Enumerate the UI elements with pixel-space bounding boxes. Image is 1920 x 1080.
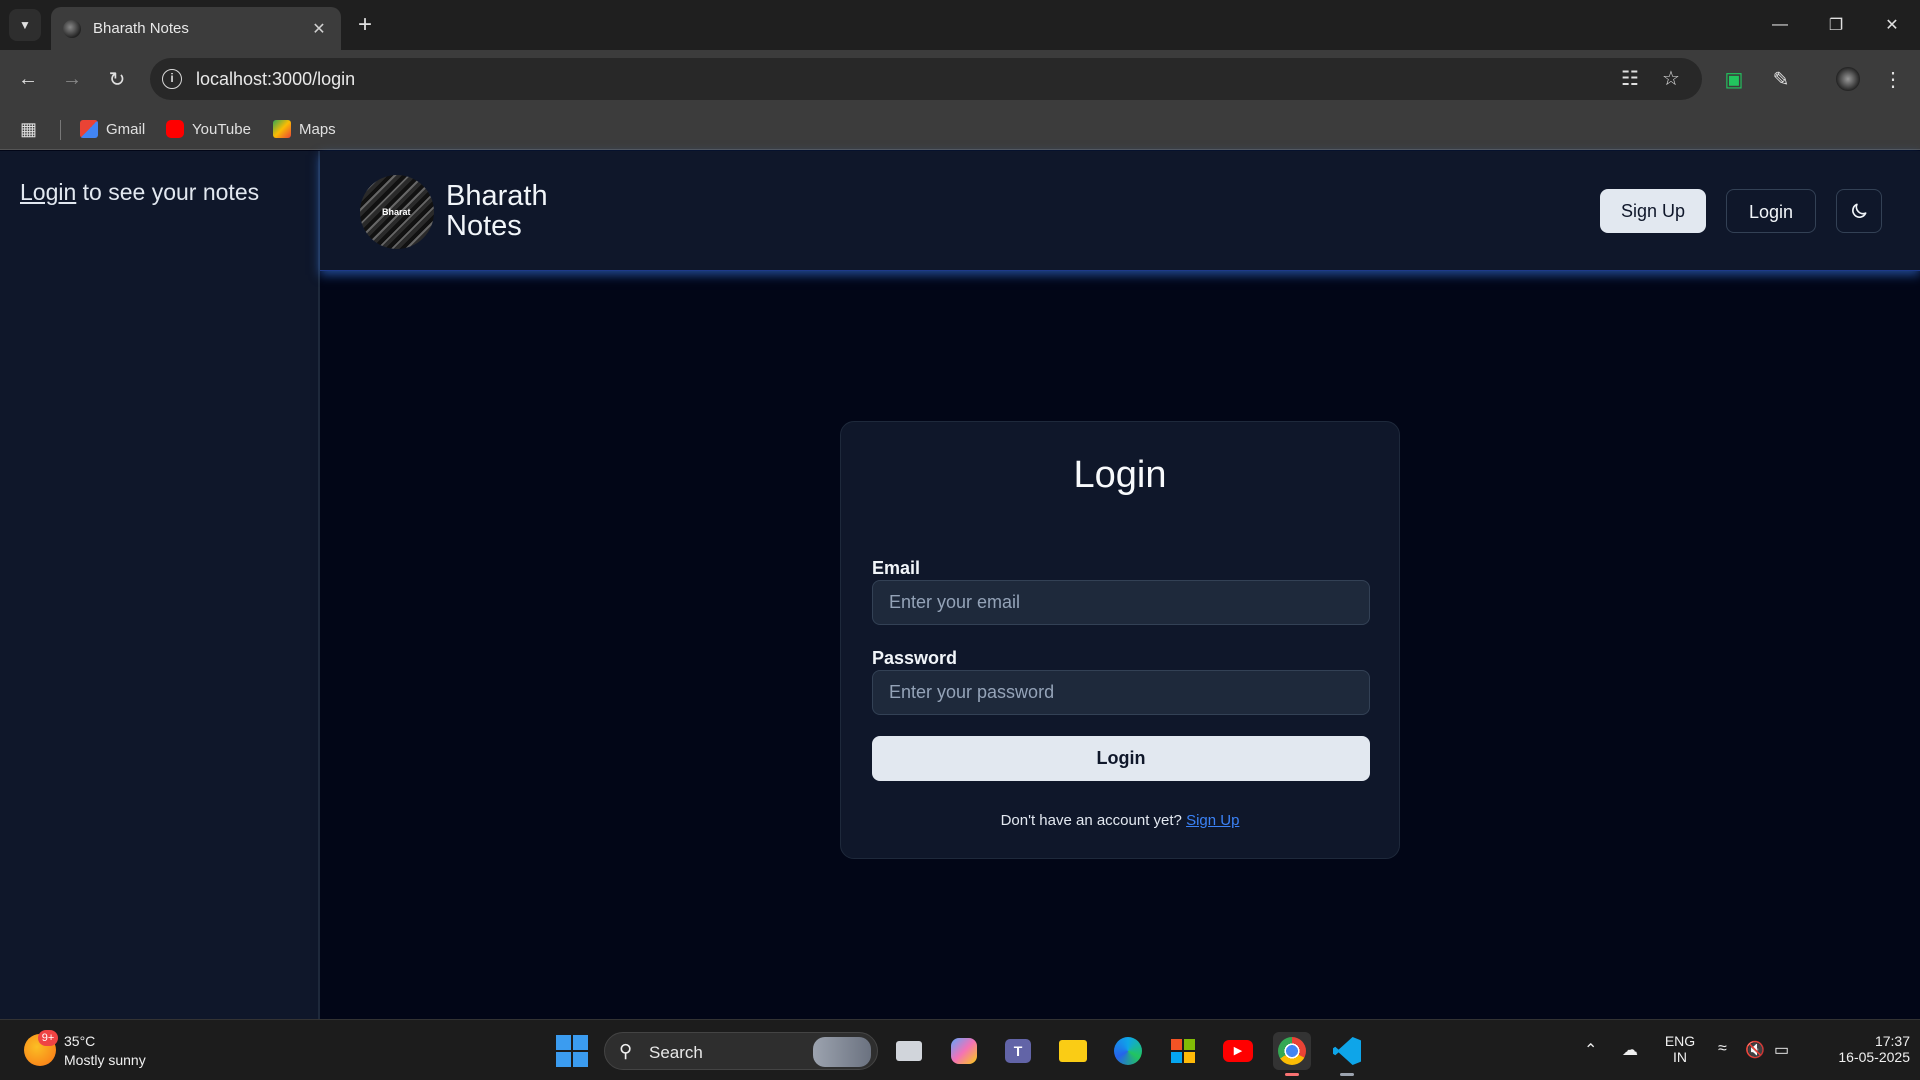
translate-icon[interactable]: ☷ bbox=[1618, 67, 1642, 91]
close-window-button[interactable]: ✕ bbox=[1864, 0, 1920, 50]
chevron-down-icon: ▼ bbox=[19, 18, 31, 32]
teams-icon[interactable]: T bbox=[999, 1032, 1037, 1070]
bookmark-gmail[interactable]: Gmail bbox=[80, 118, 145, 140]
weather-description[interactable]: Mostly sunny bbox=[64, 1052, 146, 1068]
clock-date: 16-05-2025 bbox=[1838, 1049, 1910, 1065]
weather-badge: 9+ bbox=[38, 1030, 58, 1046]
email-label: Email bbox=[872, 558, 921, 578]
chrome-icon[interactable] bbox=[1273, 1032, 1311, 1076]
extensions-puzzle-icon[interactable]: ✎ bbox=[1765, 63, 1797, 95]
start-windows-icon[interactable] bbox=[556, 1035, 588, 1067]
wifi-icon[interactable]: ≈ bbox=[1718, 1040, 1727, 1058]
app-header: Bharat Bharath Notes Sign Up Login bbox=[320, 151, 1920, 271]
browser-toolbar: ← → ↻ i localhost:3000/login ☷ ☆ ▣ ✎ ⋮ bbox=[0, 50, 1920, 108]
taskbar-search[interactable]: ⚲ Search bbox=[604, 1032, 878, 1070]
sidebar-login-link[interactable]: Login bbox=[20, 179, 76, 205]
logo-avatar[interactable]: Bharat bbox=[360, 175, 434, 249]
bookmark-maps[interactable]: Maps bbox=[273, 118, 336, 140]
edge-icon[interactable] bbox=[1109, 1032, 1147, 1070]
address-bar[interactable]: i localhost:3000/login ☷ ☆ bbox=[150, 58, 1702, 100]
sidebar-message-text: to see your notes bbox=[76, 179, 260, 205]
store-icon[interactable] bbox=[1164, 1032, 1202, 1070]
signup-prompt-text: Don't have an account yet? bbox=[1000, 812, 1187, 829]
login-submit-button[interactable]: Login bbox=[872, 736, 1370, 781]
password-field[interactable] bbox=[872, 670, 1370, 715]
site-favicon-icon bbox=[63, 19, 81, 38]
bookmark-youtube[interactable]: YouTube bbox=[166, 118, 251, 140]
site-info-icon[interactable]: i bbox=[162, 69, 182, 89]
running-indicator bbox=[1340, 1073, 1354, 1076]
apps-grid-icon[interactable]: ▦ bbox=[20, 118, 37, 140]
signup-button[interactable]: Sign Up bbox=[1600, 189, 1706, 233]
extension-icon[interactable]: ▣ bbox=[1718, 63, 1750, 95]
brand-title[interactable]: Bharath Notes bbox=[446, 181, 548, 241]
signup-prompt: Don't have an account yet? Sign Up bbox=[841, 812, 1399, 829]
tab-search-button[interactable]: ▼ bbox=[9, 9, 41, 41]
back-arrow-icon[interactable]: ← bbox=[12, 63, 44, 95]
windows-taskbar: 9+ 35°C Mostly sunny ⚲ Search T ▶ ⌃ ☁ EN… bbox=[0, 1019, 1920, 1080]
email-field[interactable] bbox=[872, 580, 1370, 625]
sidebar: Login to see your notes bbox=[0, 151, 320, 1019]
password-label: Password bbox=[872, 648, 958, 668]
language-indicator[interactable]: ENG IN bbox=[1660, 1033, 1700, 1065]
browser-tab[interactable]: Bharath Notes ✕ bbox=[51, 7, 341, 50]
header-login-button[interactable]: Login bbox=[1726, 189, 1816, 233]
bookmarks-divider bbox=[60, 120, 61, 140]
language-line-1: ENG bbox=[1664, 1033, 1696, 1049]
maps-icon bbox=[273, 120, 291, 138]
onedrive-cloud-icon[interactable]: ☁ bbox=[1622, 1040, 1638, 1060]
tab-title: Bharath Notes bbox=[93, 20, 189, 37]
task-view-icon[interactable] bbox=[890, 1032, 928, 1070]
login-title: Login bbox=[1073, 454, 1167, 496]
brand-line-1: Bharath bbox=[446, 180, 548, 212]
login-card: Login Email Password Login Don't have an… bbox=[840, 421, 1400, 859]
theme-toggle-button[interactable] bbox=[1836, 189, 1882, 233]
youtube-app-icon[interactable]: ▶ bbox=[1219, 1032, 1257, 1070]
url-text[interactable]: localhost:3000/login bbox=[196, 69, 355, 90]
clock-time: 17:37 bbox=[1874, 1033, 1910, 1049]
moon-icon bbox=[1852, 203, 1867, 218]
vscode-icon[interactable] bbox=[1328, 1032, 1366, 1076]
bookmark-label: YouTube bbox=[192, 120, 251, 138]
restore-button[interactable]: ❐ bbox=[1808, 0, 1864, 50]
logo-text: Bharat bbox=[382, 207, 411, 217]
signup-link[interactable]: Sign Up bbox=[1186, 812, 1239, 829]
copilot-icon[interactable] bbox=[945, 1032, 983, 1070]
youtube-icon bbox=[166, 120, 184, 138]
new-tab-button[interactable]: + bbox=[352, 12, 378, 38]
reload-icon[interactable]: ↻ bbox=[101, 63, 133, 95]
forward-arrow-icon[interactable]: → bbox=[56, 63, 88, 95]
bookmarks-bar: ▦ Gmail YouTube Maps bbox=[0, 108, 1920, 150]
bookmark-star-icon[interactable]: ☆ bbox=[1659, 67, 1683, 91]
profile-avatar-icon[interactable] bbox=[1832, 63, 1864, 95]
volume-muted-icon[interactable]: 🔇 bbox=[1745, 1040, 1765, 1060]
search-highlight-image bbox=[813, 1037, 871, 1067]
language-line-2: IN bbox=[1673, 1049, 1687, 1065]
gmail-icon bbox=[80, 120, 98, 138]
search-icon: ⚲ bbox=[619, 1041, 633, 1061]
sidebar-login-prompt: Login to see your notes bbox=[20, 179, 259, 206]
app-viewport: Login to see your notes Bharat Bharath N… bbox=[0, 151, 1920, 1019]
minimize-button[interactable]: — bbox=[1752, 0, 1808, 50]
more-menu-icon[interactable]: ⋮ bbox=[1877, 63, 1909, 95]
browser-tab-bar: ▼ Bharath Notes ✕ + — ❐ ✕ bbox=[0, 0, 1920, 50]
search-label: Search bbox=[649, 1043, 703, 1062]
active-indicator bbox=[1285, 1073, 1299, 1076]
bookmark-label: Maps bbox=[299, 120, 336, 138]
battery-icon[interactable]: ▭ bbox=[1774, 1040, 1789, 1060]
clock[interactable]: 17:37 16-05-2025 bbox=[1810, 1033, 1910, 1065]
file-explorer-icon[interactable] bbox=[1054, 1032, 1092, 1070]
weather-temperature[interactable]: 35°C bbox=[64, 1033, 95, 1049]
close-icon[interactable]: ✕ bbox=[309, 19, 329, 39]
brand-line-2: Notes bbox=[446, 210, 522, 242]
show-hidden-icons-chevron-icon[interactable]: ⌃ bbox=[1584, 1040, 1597, 1060]
bookmark-label: Gmail bbox=[106, 120, 146, 138]
